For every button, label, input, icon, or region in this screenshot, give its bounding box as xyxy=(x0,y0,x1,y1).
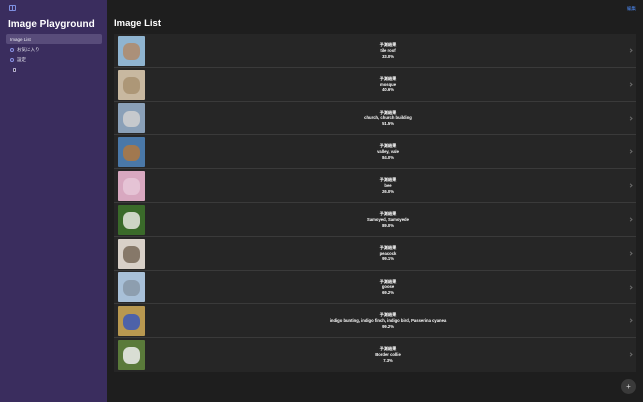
prediction-confidence: 69.2% xyxy=(382,290,394,296)
image-thumbnail xyxy=(118,204,145,235)
prediction: 予測結果 church, church building 51.5% xyxy=(154,110,622,127)
image-thumbnail xyxy=(118,103,145,134)
heart-icon xyxy=(10,47,14,52)
image-thumbnail xyxy=(118,137,145,168)
chevron-right-icon xyxy=(628,48,633,53)
gear-icon xyxy=(10,58,14,62)
list-icon xyxy=(13,68,16,72)
prediction-confidence: 99.1% xyxy=(382,256,394,262)
list-item[interactable]: 予測結果 mosque 40.6% xyxy=(114,68,636,102)
chevron-right-icon xyxy=(628,82,633,87)
list-item[interactable]: 予測結果 valley, vale 84.0% xyxy=(114,135,636,170)
prediction-confidence: 89.0% xyxy=(382,222,394,228)
chevron-right-icon xyxy=(628,284,633,290)
edit-button[interactable]: 編集 xyxy=(627,6,636,12)
list-item[interactable]: 予測結果 indigo bunting, indigo finch, indig… xyxy=(114,304,636,339)
chevron-right-icon xyxy=(628,352,633,357)
image-thumbnail xyxy=(118,35,145,66)
image-thumbnail xyxy=(118,272,145,303)
prediction: 予測結果 indigo bunting, indigo finch, indig… xyxy=(154,312,622,329)
sidebar: Image Playground Image List お気に入り 設定 xyxy=(0,0,107,402)
list-item[interactable]: 予測結果 bee 26.0% xyxy=(114,169,636,203)
sidebar-nav: Image List お気に入り 設定 xyxy=(6,34,102,72)
chevron-right-icon xyxy=(628,217,633,222)
main-content: 編集 Image List 予測結果 tile roof 33.0% 予測結果 … xyxy=(107,0,643,402)
image-thumbnail xyxy=(118,339,145,370)
chevron-right-icon xyxy=(628,115,633,121)
sidebar-item-label: お気に入り xyxy=(17,46,40,52)
list-item[interactable]: 予測結果 tile roof 33.0% xyxy=(114,34,636,68)
chevron-right-icon xyxy=(628,183,633,188)
chevron-right-icon xyxy=(628,251,633,256)
sidebar-item-image-list[interactable]: Image List xyxy=(6,34,102,72)
list-item[interactable]: 予測結果 Samoyed, Samoyede 89.0% xyxy=(114,203,636,237)
list-item[interactable]: 予測結果 church, church building 51.5% xyxy=(114,102,636,136)
prediction-confidence: 84.0% xyxy=(382,154,394,160)
prediction-confidence: 7.3% xyxy=(383,357,393,363)
app-window: Image Playground Image List お気に入り 設定 編集 … xyxy=(0,0,643,402)
sidebar-item-label: 設定 xyxy=(17,57,26,62)
list-item[interactable]: 予測結果 Border collie 7.3% xyxy=(114,338,636,372)
prediction: 予測結果 valley, vale 84.0% xyxy=(154,143,622,160)
chevron-right-icon xyxy=(628,318,633,323)
prediction-confidence: 99.2% xyxy=(382,323,394,329)
image-thumbnail xyxy=(118,238,145,269)
chevron-right-icon xyxy=(628,149,633,155)
prediction-confidence: 33.0% xyxy=(382,53,394,59)
prediction-confidence: 26.0% xyxy=(382,188,394,194)
prediction: 予測結果 tile roof 33.0% xyxy=(154,42,622,59)
sidebar-toggle-icon[interactable] xyxy=(9,5,16,11)
prediction: 予測結果 peacock 99.1% xyxy=(154,245,622,262)
image-thumbnail xyxy=(118,170,145,201)
image-thumbnail xyxy=(118,306,145,337)
page-title: Image List xyxy=(114,18,161,29)
prediction: 予測結果 Samoyed, Samoyede 89.0% xyxy=(154,211,622,228)
prediction-confidence: 40.6% xyxy=(382,87,394,93)
image-thumbnail xyxy=(118,69,145,100)
prediction: 予測結果 mosque 40.6% xyxy=(154,76,622,93)
app-title: Image Playground xyxy=(8,19,95,30)
sidebar-item-favorites[interactable]: お気に入り xyxy=(6,45,102,55)
list-item[interactable]: 予測結果 goose 69.2% xyxy=(114,271,636,305)
sidebar-item-label: Image List xyxy=(10,36,31,42)
add-button[interactable]: + xyxy=(621,379,636,394)
prediction: 予測結果 bee 26.0% xyxy=(154,177,622,194)
list-item[interactable]: 予測結果 peacock 99.1% xyxy=(114,237,636,271)
sidebar-item-settings[interactable]: 設定 xyxy=(6,55,102,65)
prediction-confidence: 51.5% xyxy=(382,121,394,127)
prediction: 予測結果 goose 69.2% xyxy=(154,279,622,296)
prediction: 予測結果 Border collie 7.3% xyxy=(154,346,622,363)
image-list: 予測結果 tile roof 33.0% 予測結果 mosque 40.6% 予… xyxy=(114,34,636,372)
